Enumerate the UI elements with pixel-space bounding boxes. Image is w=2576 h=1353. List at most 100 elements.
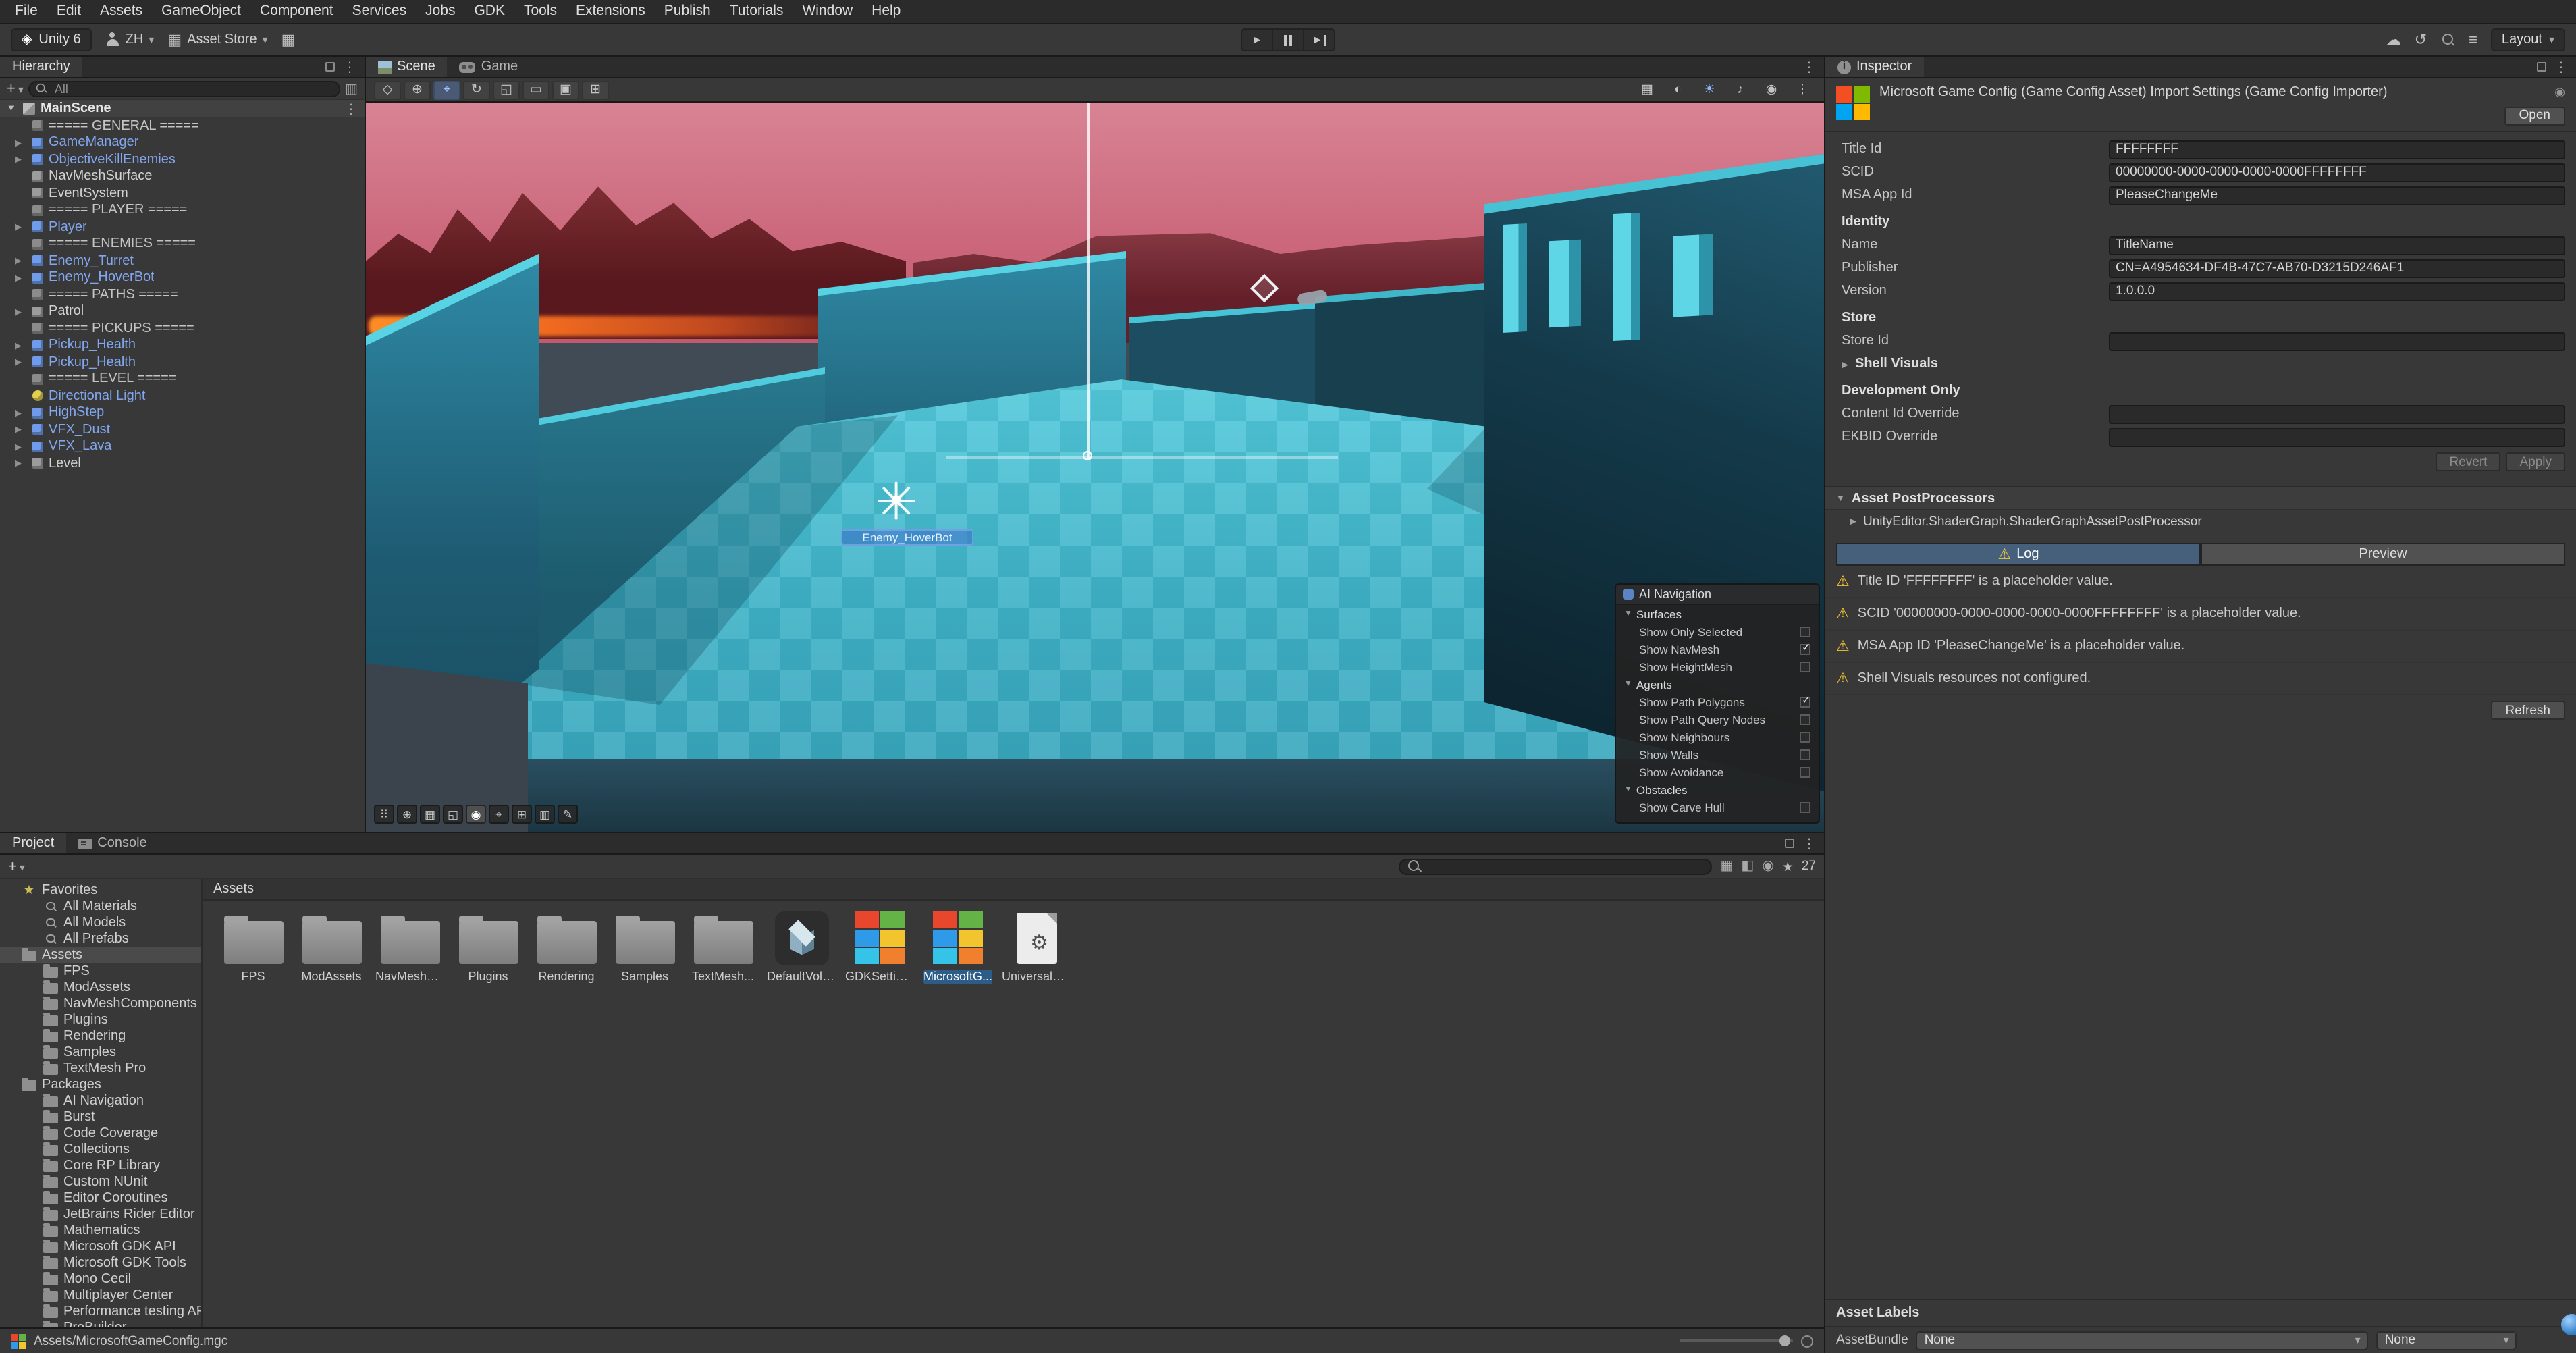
nav-option-row[interactable]: ▼ Agents	[1616, 675, 1819, 693]
hierarchy-row[interactable]: ===== PLAYER ===== ›	[0, 202, 365, 219]
kebab-menu-icon[interactable]	[1802, 835, 1816, 851]
checkbox[interactable]	[1800, 766, 1810, 777]
expand-arrow-icon[interactable]	[15, 458, 22, 469]
tool-button[interactable]: ◱	[493, 80, 520, 99]
tab-console[interactable]: Console	[66, 833, 159, 853]
slider-knob[interactable]	[1779, 1335, 1790, 1346]
pin-icon[interactable]	[2554, 84, 2565, 100]
overlay-tool-button[interactable]: ▦	[420, 805, 440, 824]
publisher-input[interactable]	[2109, 259, 2565, 277]
layout-dropdown[interactable]: Layout	[2491, 28, 2565, 51]
nav-option-row[interactable]: ▼ Show Path Query Nodes	[1616, 710, 1819, 728]
ai-navigation-header[interactable]: AI Navigation	[1616, 585, 1819, 605]
project-tree-item[interactable]: ★ AI Navigation	[0, 1092, 201, 1109]
tool-button[interactable]: ◇	[374, 80, 401, 99]
postprocessor-item[interactable]: ▶UnityEditor.ShaderGraph.ShaderGraphAsse…	[1825, 510, 2576, 532]
scene-root-row[interactable]: ▼ MainScene	[0, 100, 365, 117]
asset-labels-section[interactable]: Asset Labels	[1825, 1299, 2576, 1326]
cloud-sync-icon[interactable]	[2386, 31, 2401, 49]
project-tree-item[interactable]: ★ Samples	[0, 1044, 201, 1060]
tool-button[interactable]: ↻	[463, 80, 490, 99]
overlay-tool-button[interactable]: ⊕	[397, 805, 417, 824]
step-button[interactable]: ►	[1303, 28, 1335, 51]
thumbnail-size-slider[interactable]	[1680, 1339, 1793, 1342]
asset-item[interactable]: ⚙ UniversalR...	[999, 909, 1073, 984]
refresh-button[interactable]: Refresh	[2490, 701, 2565, 720]
menu-item[interactable]: Component	[250, 0, 343, 23]
nav-option-row[interactable]: ▼ Show Walls	[1616, 745, 1819, 763]
expand-arrow-icon[interactable]	[15, 273, 22, 284]
tab-scene[interactable]: Scene	[366, 57, 448, 77]
nav-option-row[interactable]: ▼ Obstacles	[1616, 780, 1819, 798]
expand-arrow-icon[interactable]	[15, 256, 22, 267]
hierarchy-row[interactable]: VFX_Dust ›	[0, 421, 365, 438]
panel-option-icon[interactable]	[325, 62, 335, 72]
expand-arrow-icon[interactable]	[15, 340, 22, 351]
tab-preview[interactable]: Preview	[2201, 543, 2565, 566]
hierarchy-search-input[interactable]: All	[29, 80, 340, 97]
view-toggle-button[interactable]: ♪	[1727, 80, 1754, 99]
asset-item[interactable]: ⚙ TextMesh...	[686, 909, 760, 984]
menu-item[interactable]: Publish	[655, 0, 720, 23]
hierarchy-row[interactable]: ===== GENERAL ===== ›	[0, 117, 365, 134]
nav-option-row[interactable]: ▼ Show Only Selected	[1616, 622, 1819, 640]
overlay-tool-button[interactable]: ◉	[466, 805, 486, 824]
nav-option-row[interactable]: ▼ Show Path Polygons	[1616, 693, 1819, 710]
project-tree-item[interactable]: ★ Mathematics	[0, 1222, 201, 1238]
view-toggle-button[interactable]: ◉	[1758, 80, 1785, 99]
shell-visuals-foldout[interactable]: ▶Shell Visuals	[1825, 352, 2576, 375]
scid-input[interactable]	[2109, 163, 2565, 182]
checkbox[interactable]	[1800, 749, 1810, 760]
project-tree-item[interactable]: ★ Microsoft GDK Tools	[0, 1254, 201, 1271]
hamburger-menu-icon[interactable]	[2469, 32, 2477, 48]
overlay-tool-button[interactable]: ⌖	[489, 805, 509, 824]
project-tree-item[interactable]: ★ ModAssets	[0, 979, 201, 995]
hierarchy-row[interactable]: VFX_Lava ›	[0, 438, 365, 455]
asset-store-dropdown[interactable]: Asset Store	[167, 31, 267, 49]
version-input[interactable]	[2109, 282, 2565, 300]
hierarchy-row[interactable]: EventSystem ›	[0, 185, 365, 202]
menu-item[interactable]: Tutorials	[720, 0, 793, 23]
expand-arrow-icon[interactable]	[15, 222, 22, 233]
overlay-tool-button[interactable]: ◱	[443, 805, 463, 824]
favorites-star-icon[interactable]	[1782, 858, 1794, 874]
project-tree-item[interactable]: ★ Rendering	[0, 1028, 201, 1044]
project-tree-item[interactable]: ★ ProBuilder	[0, 1319, 201, 1327]
revert-button[interactable]: Revert	[2436, 452, 2501, 471]
nav-option-row[interactable]: ▼ Show HeightMesh	[1616, 658, 1819, 675]
hierarchy-row[interactable]: Pickup_Health ›	[0, 337, 365, 354]
assetbundle-variant-dropdown[interactable]: None	[2377, 1331, 2517, 1350]
expand-arrow-icon[interactable]	[15, 307, 22, 317]
asset-item[interactable]: ⚙ Samples	[608, 909, 682, 984]
project-tree-item[interactable]: ★ Mono Cecil	[0, 1271, 201, 1287]
project-tree-item[interactable]: ★ JetBrains Rider Editor	[0, 1206, 201, 1222]
overlay-tool-button[interactable]: ✎	[558, 805, 578, 824]
hierarchy-row[interactable]: ===== LEVEL ===== ›	[0, 371, 365, 388]
project-tree-item[interactable]: ★ TextMesh Pro	[0, 1060, 201, 1076]
asset-item[interactable]: ⚙ Plugins	[451, 909, 525, 984]
project-tree-item[interactable]: ★ Assets	[0, 947, 201, 963]
project-tree-item[interactable]: ★ Custom NUnit	[0, 1173, 201, 1190]
label-filter-icon[interactable]: ◧	[1741, 859, 1754, 874]
checkbox[interactable]	[1800, 714, 1810, 724]
view-toggle-button[interactable]: ⋮	[1789, 80, 1816, 99]
menu-item[interactable]: Extensions	[566, 0, 655, 23]
tab-log[interactable]: ⚠Log	[1836, 543, 2201, 566]
menu-item[interactable]: File	[5, 0, 47, 23]
hierarchy-row[interactable]: Player ›	[0, 219, 365, 236]
tab-hierarchy[interactable]: Hierarchy	[0, 57, 82, 77]
nav-option-row[interactable]: ▼ Show Avoidance	[1616, 763, 1819, 780]
grid-view-icon[interactable]: ▦	[1721, 859, 1734, 874]
asset-item[interactable]: ⚙ ModAssets	[294, 909, 369, 984]
view-toggle-button[interactable]: ◐	[1665, 80, 1692, 99]
menu-item[interactable]: Services	[343, 0, 417, 23]
hierarchy-row[interactable]: Enemy_HoverBot ›	[0, 269, 365, 286]
create-asset-button[interactable]: +	[8, 858, 25, 874]
hierarchy-row[interactable]: Patrol ›	[0, 303, 365, 320]
menu-item[interactable]: Tools	[514, 0, 566, 23]
name-input[interactable]	[2109, 236, 2565, 255]
project-search-input[interactable]	[1399, 858, 1713, 874]
tool-button[interactable]: ▣	[552, 80, 579, 99]
menu-item[interactable]: Help	[862, 0, 910, 23]
services-grid-icon[interactable]	[281, 31, 296, 49]
